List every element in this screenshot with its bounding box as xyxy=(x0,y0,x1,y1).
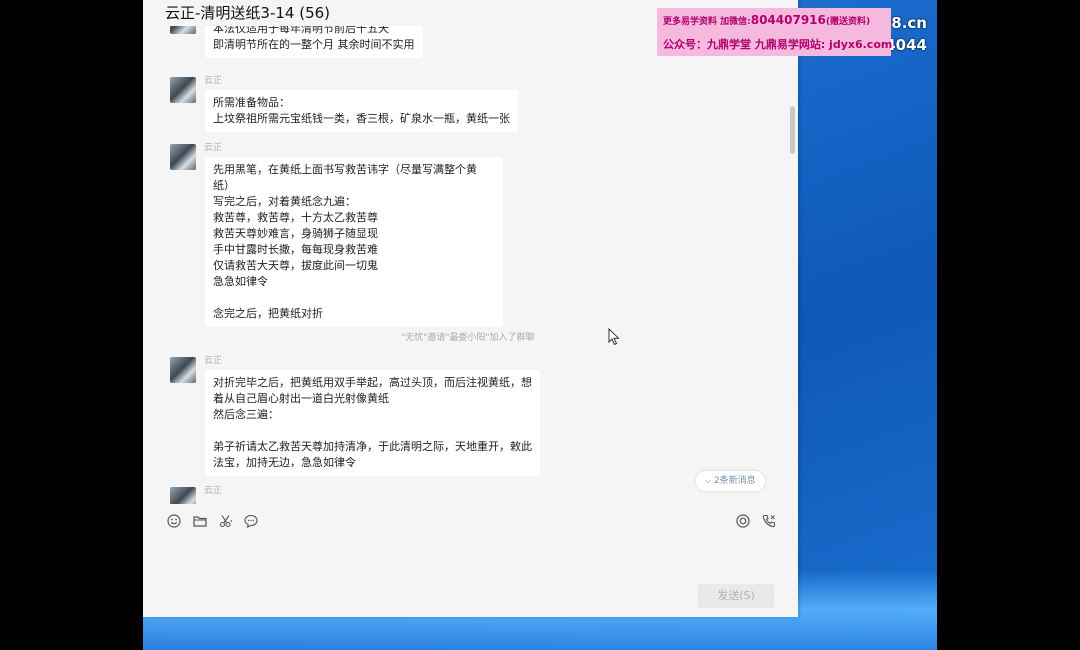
sender-name: 云正 xyxy=(204,76,223,86)
message-bubble: 所需准备物品： 上坟祭祖所需元宝纸钱一类，香三根，矿泉水一瓶，黄纸一张 xyxy=(205,90,518,132)
watermark-line1: 更多易学资料 加微信:804407916(赠送资料) xyxy=(663,13,870,27)
chat-window: 云正-清明送纸3-14 (56) 本法仅适用于每年清明节前后十五天 即清明节所在… xyxy=(143,0,798,617)
avatar[interactable] xyxy=(170,487,196,504)
watermark-banner: 更多易学资料 加微信:804407916(赠送资料) 公众号：九鼎学堂 九鼎易学… xyxy=(657,8,893,56)
avatar[interactable] xyxy=(170,357,196,383)
sender-name: 云正 xyxy=(204,356,223,366)
input-toolbar xyxy=(143,508,798,534)
window-title: 云正-清明送纸3-14 (56) xyxy=(165,4,331,22)
new-messages-pill[interactable]: ⌵ 2条新消息 xyxy=(696,471,765,491)
avatar[interactable] xyxy=(170,77,196,103)
mouse-cursor-icon xyxy=(608,328,620,346)
folder-icon[interactable] xyxy=(193,514,207,528)
sender-name: 云正 xyxy=(204,486,223,496)
phone-icon[interactable] xyxy=(762,514,776,528)
message-bubble: 先用黑笔，在黄纸上面书写救苦讳字（尽量写满整个黄纸） 写完之后，对着黄纸念九遍：… xyxy=(205,157,503,327)
watermark-prefix: 更多易学资料 加微信: xyxy=(663,17,751,27)
video-call-icon[interactable] xyxy=(736,514,750,528)
emoji-icon[interactable] xyxy=(167,514,181,528)
message-bubble: 本法仅适用于每年清明节前后十五天 即清明节所在的一整个月 其余时间不实用 xyxy=(205,26,423,58)
watermark-suffix: (赠送资料) xyxy=(825,17,871,27)
send-button[interactable]: 发送(S) xyxy=(698,584,774,608)
double-chevron-down-icon: ⌵ xyxy=(705,476,712,485)
system-notice: "无忧"邀请"最委小阳"加入了群聊 xyxy=(401,333,535,343)
message-list[interactable]: 本法仅适用于每年清明节前后十五天 即清明节所在的一整个月 其余时间不实用 云正 … xyxy=(143,26,783,504)
desktop-text-line1: 8.cn xyxy=(891,14,927,32)
avatar[interactable] xyxy=(170,26,196,34)
message-bubble: 对折完毕之后，把黄纸用双手举起，高过头顶，而后注视黄纸，想 着从自己眉心射出一道… xyxy=(205,370,540,476)
watermark-number: 804407916 xyxy=(750,13,826,27)
new-messages-label: 2条新消息 xyxy=(713,476,756,486)
watermark-line2: 公众号：九鼎学堂 九鼎易学网站: jdyx6.com xyxy=(663,38,893,51)
scissors-icon[interactable] xyxy=(219,514,233,528)
chat-bubble-icon[interactable] xyxy=(244,514,258,528)
sender-name: 云正 xyxy=(204,143,223,153)
avatar[interactable] xyxy=(170,144,196,170)
scrollbar-thumb[interactable] xyxy=(790,106,795,154)
screen: 8.cn 4044 云正-清明送纸3-14 (56) 本法仅适用于每年清明节前后… xyxy=(0,0,1080,650)
